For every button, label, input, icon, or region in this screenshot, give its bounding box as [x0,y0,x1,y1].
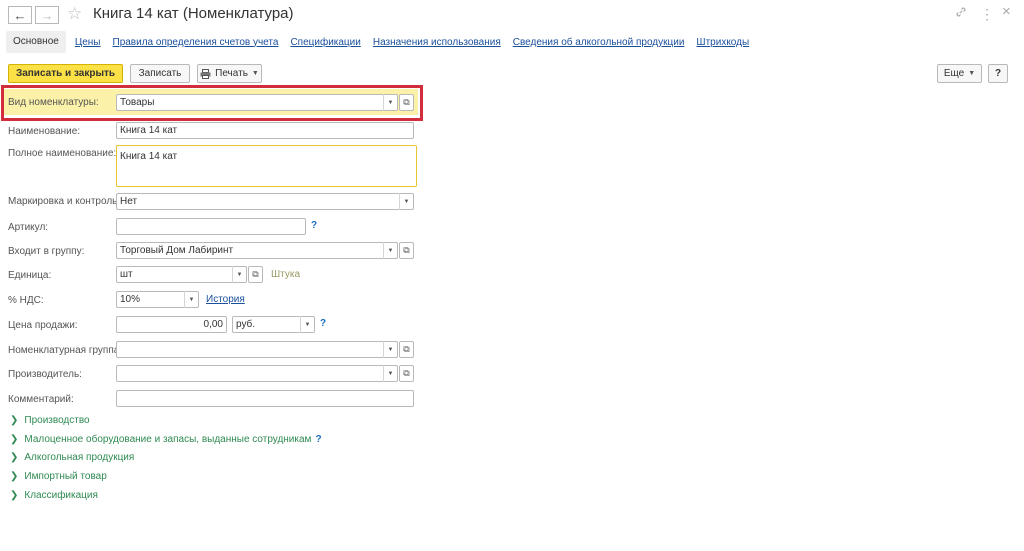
save-and-close-button[interactable]: Записать и закрыть [8,64,123,83]
help-icon[interactable]: ? [315,434,321,445]
chevron-down-icon[interactable]: ▼ [232,266,246,283]
tab-account-rules[interactable]: Правила определения счетов учета [107,37,285,48]
currency-value: руб. [236,319,256,330]
group-production[interactable]: ❯ Производство [10,415,90,426]
nom-group-label: Номенклатурная группа: [8,345,123,356]
unit-value: шт [120,269,133,280]
chevron-down-icon[interactable]: ▼ [383,341,397,358]
group-label: Входит в группу: [8,246,85,257]
open-icon[interactable]: ⧉ [399,341,414,358]
name-value: Книга 14 кат [120,125,178,136]
chevron-down-icon[interactable]: ▼ [383,242,397,259]
save-button[interactable]: Записать [130,64,190,83]
comment-label: Комментарий: [8,394,74,405]
chevron-right-icon: ❯ [10,471,19,482]
tab-main[interactable]: Основное [6,31,66,53]
kind-field[interactable]: Товары [116,94,398,111]
full-name-field[interactable]: Книга 14 кат [116,145,417,187]
unit-label: Единица: [8,270,52,281]
group-low-value-equipment[interactable]: ❯ Малоценное оборудование и запасы, выдан… [10,434,322,445]
group-classification[interactable]: ❯ Классификация [10,490,98,501]
back-button[interactable]: ← [8,6,32,24]
marking-label: Маркировка и контроль: [8,196,121,207]
article-field[interactable] [116,218,306,235]
arrow-right-icon: → [40,7,54,23]
open-icon[interactable]: ⧉ [399,242,414,259]
open-icon[interactable]: ⧉ [399,365,414,382]
marking-field[interactable]: Нет [116,193,414,210]
price-label: Цена продажи: [8,320,78,331]
group-production-label: Производство [24,415,90,426]
group-import-label: Импортный товар [24,471,107,482]
price-value: 0,00 [203,319,223,330]
group-low-value-label: Малоценное оборудование и запасы, выданн… [24,434,312,445]
chevron-right-icon: ❯ [10,490,19,501]
help-button[interactable]: ? [988,64,1008,83]
tab-bar: Основное Цены Правила определения счетов… [6,31,755,53]
group-alcohol[interactable]: ❯ Алкогольная продукция [10,452,134,463]
open-icon[interactable]: ⧉ [399,94,414,111]
kind-value: Товары [120,97,155,108]
chevron-down-icon[interactable]: ▼ [383,365,397,382]
unit-hint: Штука [271,269,301,280]
name-label: Наименование: [8,126,81,137]
kind-label: Вид номенклатуры: [8,97,99,108]
article-label: Артикул: [8,222,49,233]
more-label: Еще [943,68,965,79]
tab-alcohol-info[interactable]: Сведения об алкогольной продукции [507,37,691,48]
print-label: Печать [215,68,248,79]
name-field[interactable]: Книга 14 кат [116,122,414,139]
comment-field[interactable] [116,390,414,407]
producer-label: Производитель: [8,369,82,380]
chevron-down-icon[interactable]: ▼ [300,316,314,333]
marking-value: Нет [120,196,138,207]
group-value: Торговый Дом Лабиринт [120,245,234,256]
chevron-right-icon: ❯ [10,415,19,426]
vat-value: 10% [120,294,141,305]
producer-field[interactable] [116,365,398,382]
open-icon[interactable]: ⧉ [248,266,263,283]
price-help-icon[interactable]: ? [320,318,326,329]
chevron-down-icon: ▼ [251,70,259,77]
print-button[interactable]: Печать ▼ [197,64,262,83]
vat-label: % НДС: [8,295,44,306]
price-field[interactable]: 0,00 [116,316,227,333]
chevron-down-icon: ▼ [968,70,976,77]
tab-specifications[interactable]: Спецификации [284,37,366,48]
window-title: Книга 14 кат (Номенклатура) [93,5,294,22]
tab-barcodes[interactable]: Штрихкоды [690,37,755,48]
chevron-down-icon[interactable]: ▼ [399,193,413,210]
chevron-right-icon: ❯ [10,434,19,445]
more-button[interactable]: Еще ▼ [937,64,982,83]
group-field[interactable]: Торговый Дом Лабиринт [116,242,398,259]
group-import[interactable]: ❯ Импортный товар [10,471,107,482]
group-classification-label: Классификация [24,490,98,501]
full-name-label: Полное наименование: [8,148,117,159]
arrow-left-icon: ← [13,7,27,23]
nom-group-field[interactable] [116,341,398,358]
vat-history-link[interactable]: История [206,294,245,305]
forward-button[interactable]: → [35,6,59,24]
printer-icon [200,68,211,79]
unit-field[interactable]: шт [116,266,247,283]
full-name-value: Книга 14 кат [120,151,178,162]
favorite-star-icon[interactable]: ☆ [67,4,82,24]
chevron-right-icon: ❯ [10,452,19,463]
link-icon[interactable] [955,6,967,21]
chevron-down-icon[interactable]: ▼ [383,94,397,111]
article-help-icon[interactable]: ? [311,220,317,231]
tab-prices[interactable]: Цены [69,37,107,48]
chevron-down-icon[interactable]: ▼ [184,291,198,308]
tab-usage[interactable]: Назначения использования [367,37,507,48]
group-alcohol-label: Алкогольная продукция [24,452,135,463]
close-icon[interactable]: × [1002,3,1011,20]
more-vertical-icon[interactable]: ⋮ [980,6,994,23]
